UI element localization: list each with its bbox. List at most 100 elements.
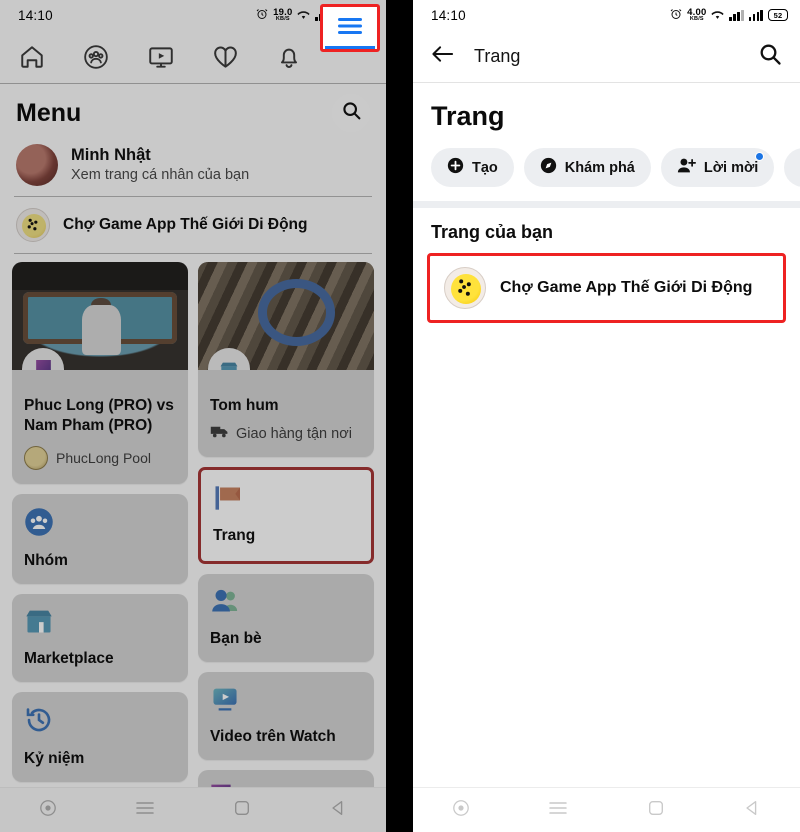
grid-column-right: Tom hum Giao hàng tận nơi Trang Bạn bè V… bbox=[198, 262, 374, 832]
pill-label: Khám phá bbox=[564, 159, 635, 176]
home-square-icon[interactable] bbox=[647, 799, 665, 822]
friends-icon bbox=[210, 589, 241, 619]
profile-row[interactable]: Minh Nhật Xem trang cá nhân của bạn bbox=[0, 140, 386, 196]
active-tab-indicator bbox=[325, 46, 375, 49]
your-page-title: Chợ Game App Thế Giới Di Động bbox=[500, 279, 753, 296]
bookmark-icon bbox=[22, 348, 64, 370]
your-page-row-highlighted[interactable]: Chợ Game App Thế Giới Di Động bbox=[427, 253, 786, 323]
avatar bbox=[16, 144, 58, 186]
saved-post-body: Phuc Long (PRO) vs Nam Pham (PRO) PhucLo… bbox=[12, 370, 188, 484]
section-separator bbox=[413, 201, 800, 208]
tab-dating[interactable] bbox=[193, 30, 257, 83]
tab-notifications[interactable] bbox=[257, 30, 321, 83]
shortcut-watch-videos[interactable]: Video trên Watch bbox=[198, 671, 374, 760]
groups-icon bbox=[24, 507, 54, 541]
back-triangle-icon[interactable] bbox=[743, 799, 761, 822]
battery-icon: 52 bbox=[768, 8, 788, 22]
shortcut-label: Nhóm bbox=[24, 551, 68, 569]
saved-post-card[interactable]: Phuc Long (PRO) vs Nam Pham (PRO) PhucLo… bbox=[12, 262, 188, 484]
compass-icon bbox=[540, 157, 557, 178]
record-icon[interactable] bbox=[452, 799, 470, 822]
shortcut-friends[interactable]: Bạn bè bbox=[198, 573, 374, 662]
wifi-icon bbox=[297, 8, 311, 23]
recents-icon[interactable] bbox=[135, 800, 155, 821]
network-speed: 19.0 KB/S bbox=[273, 7, 292, 23]
marketplace-icon bbox=[24, 610, 54, 639]
shortcut-marketplace[interactable]: Marketplace bbox=[12, 593, 188, 682]
menu-header: Menu bbox=[0, 84, 386, 140]
shortcut-label: Kỷ niệm bbox=[24, 749, 85, 767]
shortcut-memories[interactable]: Kỷ niệm bbox=[12, 691, 188, 782]
status-time: 14:10 bbox=[431, 7, 466, 23]
search-icon bbox=[341, 100, 362, 126]
pill-label: Tạo bbox=[472, 159, 498, 176]
hamburger-icon bbox=[336, 17, 364, 40]
source-name: PhucLong Pool bbox=[56, 449, 151, 466]
profile-text: Minh Nhật Xem trang cá nhân của bạn bbox=[71, 145, 249, 184]
right-phone-screen: 14:10 4.00 KB/S 52 Trang Trang Tạo Khám … bbox=[413, 0, 800, 832]
shortcut-grid: Phuc Long (PRO) vs Nam Pham (PRO) PhucLo… bbox=[0, 254, 386, 832]
tab-home[interactable] bbox=[0, 30, 64, 83]
page-title: Menu bbox=[16, 98, 82, 127]
marketplace-item-card[interactable]: Tom hum Giao hàng tận nơi bbox=[198, 262, 374, 457]
status-icons: 4.00 KB/S 52 bbox=[670, 7, 788, 23]
page-flag-icon bbox=[213, 486, 246, 516]
wifi-icon bbox=[711, 8, 725, 23]
back-triangle-icon[interactable] bbox=[329, 799, 347, 822]
app-bar-title: Trang bbox=[474, 45, 521, 66]
status-time: 14:10 bbox=[18, 7, 53, 23]
menu-search-button[interactable] bbox=[332, 94, 370, 132]
page-shortcut-row[interactable]: Chợ Game App Thế Giới Di Động bbox=[0, 197, 386, 253]
signal-icon bbox=[748, 9, 763, 21]
shortcut-pages-highlighted[interactable]: Trang bbox=[198, 466, 374, 564]
saved-post-thumbnail bbox=[12, 262, 188, 370]
left-phone-screen: 14:10 19.0 KB/S Menu Minh Nhật Xem trang… bbox=[0, 0, 386, 832]
back-button[interactable] bbox=[431, 44, 454, 69]
groups-icon bbox=[83, 44, 109, 70]
shortcut-label: Video trên Watch bbox=[210, 727, 336, 745]
menu-tab-highlighted[interactable] bbox=[320, 4, 380, 52]
notification-badge-dot bbox=[755, 152, 765, 161]
marketplace-item-body: Tom hum Giao hàng tận nơi bbox=[198, 370, 374, 457]
delivery-truck-icon bbox=[210, 425, 229, 443]
signal-icon bbox=[729, 9, 744, 21]
blue-basin bbox=[257, 279, 336, 347]
profile-subtitle: Xem trang cá nhân của bạn bbox=[71, 166, 250, 183]
recents-icon[interactable] bbox=[548, 800, 568, 821]
pill-liked[interactable]: T bbox=[784, 148, 800, 187]
network-speed-unit: KB/S bbox=[275, 16, 290, 22]
tab-watch[interactable] bbox=[129, 30, 193, 83]
source-avatar bbox=[24, 445, 48, 470]
tab-groups[interactable] bbox=[64, 30, 128, 83]
profile-name: Minh Nhật bbox=[71, 146, 151, 165]
shortcut-groups[interactable]: Nhóm bbox=[12, 493, 188, 584]
left-screen-dim-layer: 14:10 19.0 KB/S Menu Minh Nhật Xem trang… bbox=[0, 0, 386, 832]
home-square-icon[interactable] bbox=[233, 799, 251, 822]
marketplace-icon bbox=[208, 348, 250, 370]
action-pill-row: Tạo Khám phá Lời mời bbox=[413, 146, 800, 201]
pill-create[interactable]: Tạo bbox=[431, 148, 514, 187]
bell-icon bbox=[277, 44, 301, 70]
alarm-icon bbox=[256, 8, 268, 23]
record-icon[interactable] bbox=[39, 799, 57, 822]
person-add-icon bbox=[677, 157, 696, 178]
screenshot-root: 14:10 19.0 KB/S Menu Minh Nhật Xem trang… bbox=[0, 0, 800, 832]
section-title: Trang của bạn bbox=[431, 222, 554, 242]
pool-player-body bbox=[82, 305, 122, 355]
search-icon bbox=[758, 44, 782, 70]
shortcut-label: Bạn bè bbox=[210, 629, 262, 647]
pill-invites[interactable]: Lời mời bbox=[660, 148, 775, 187]
page-logo-dots bbox=[27, 218, 38, 231]
system-nav-left bbox=[0, 787, 386, 832]
clock-rewind-icon bbox=[24, 707, 54, 739]
pill-discover[interactable]: Khám phá bbox=[523, 148, 651, 187]
system-nav-right bbox=[413, 787, 800, 832]
marketplace-item-title: Tom hum bbox=[210, 397, 279, 414]
saved-post-source: PhucLong Pool bbox=[24, 445, 176, 470]
arrow-left-icon bbox=[431, 45, 454, 68]
heart-icon bbox=[212, 44, 239, 69]
home-icon bbox=[19, 44, 45, 70]
grid-column-left: Phuc Long (PRO) vs Nam Pham (PRO) PhucLo… bbox=[12, 262, 188, 832]
alarm-icon bbox=[670, 8, 682, 23]
search-button[interactable] bbox=[758, 42, 782, 71]
